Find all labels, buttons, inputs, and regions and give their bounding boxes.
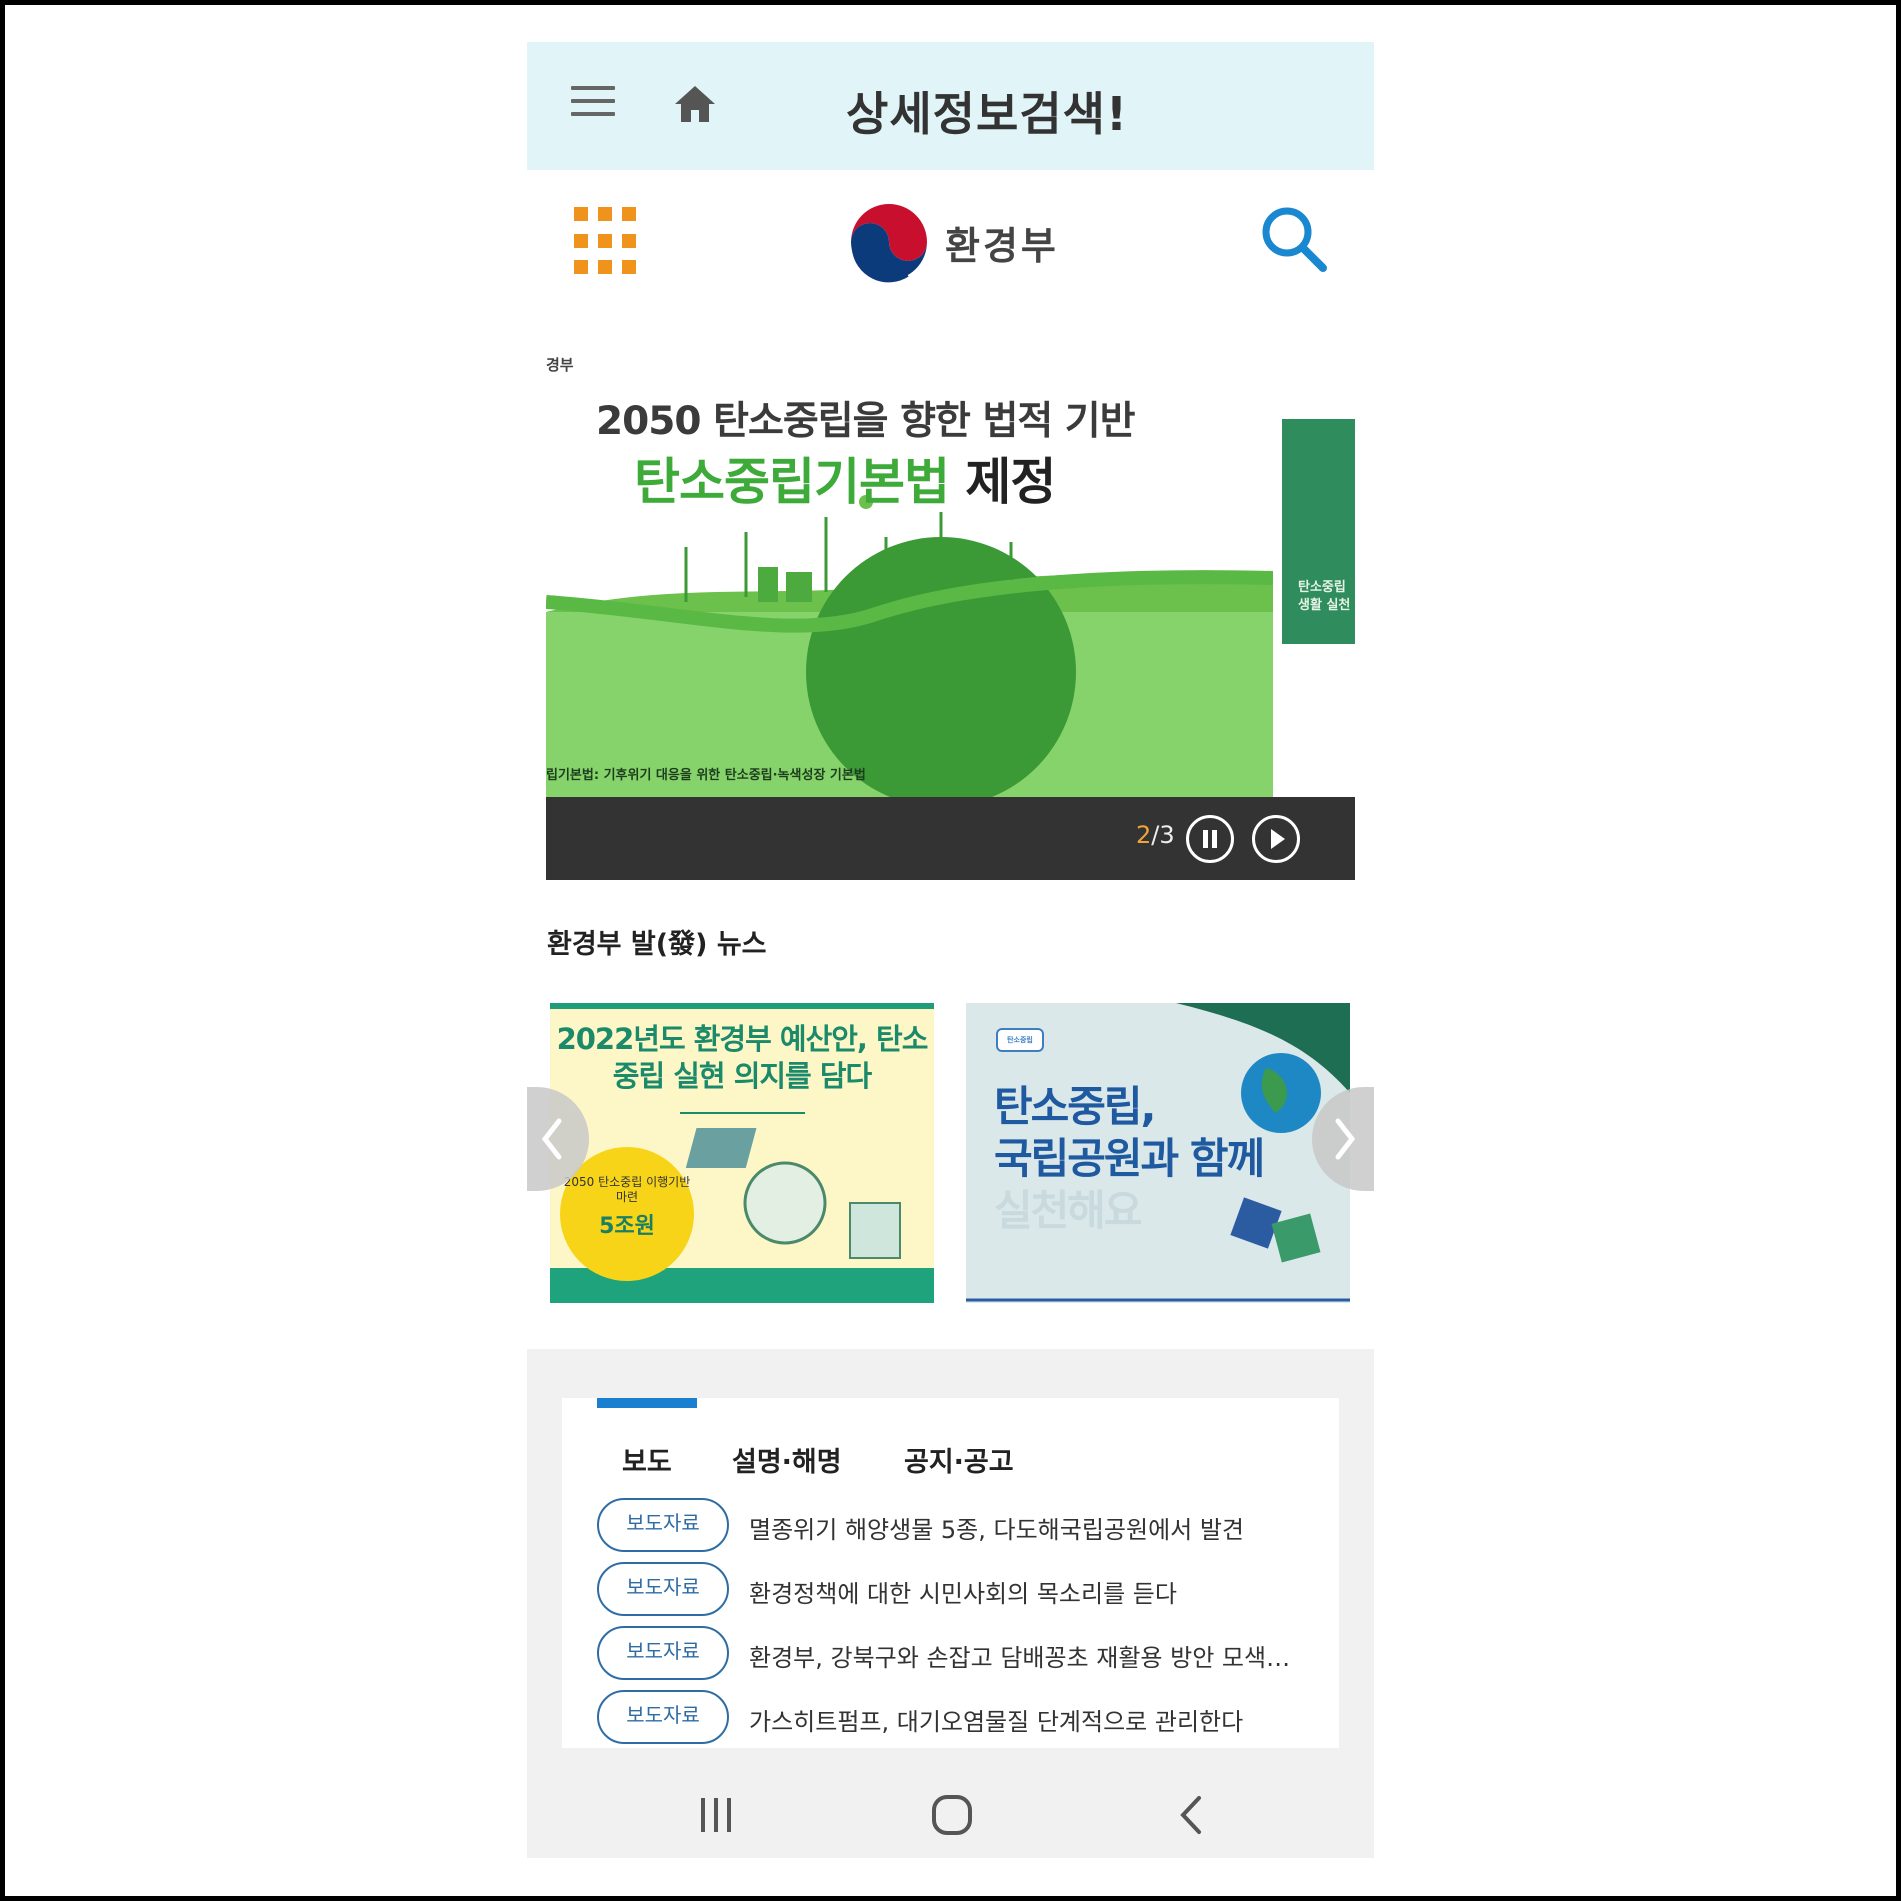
press-release-badge: 보도자료 <box>597 1562 729 1616</box>
news-card-title: 탄소중립, 국립공원과 함께 실천해요 <box>994 1081 1265 1237</box>
active-tab-indicator <box>597 1398 697 1408</box>
banner-subheadline: 탄소중립기본법 제정 <box>634 442 1056 514</box>
banner-next-text: 탄소중립 생활 실천 <box>1298 580 1351 613</box>
notice-title: 멸종위기 해양생물 5종, 다도해국립공원에서 발견 <box>749 1516 1245 1544</box>
carousel-next-button[interactable] <box>1312 1087 1374 1191</box>
banner-highlight: 탄소중립기본법 <box>634 453 950 511</box>
tab-announcement[interactable]: 공지·공고 <box>904 1440 1014 1479</box>
taegeuk-logo-icon <box>849 202 929 283</box>
app-bar-title: 상세정보검색! <box>846 87 1128 141</box>
main-banner-carousel[interactable]: 경부 2050 탄소중립을 향한 법적 기반 탄소중립기본법 제정 립기본법: … <box>546 342 1355 880</box>
chevron-right-icon <box>1335 1118 1356 1160</box>
banner-tag: 경부 <box>546 356 574 374</box>
banner-next-slide-preview[interactable]: 탄소중립 생활 실천 <box>1282 419 1355 644</box>
page-indicator: 2/3 <box>1136 821 1175 849</box>
page-total: /3 <box>1151 821 1175 849</box>
pause-button[interactable] <box>1186 815 1234 863</box>
notice-item[interactable]: 보도자료 환경정책에 대한 시민사회의 목소리를 듣다 <box>597 1562 1317 1616</box>
home-circle-icon[interactable] <box>927 1790 977 1840</box>
notice-title: 환경부, 강북구와 손잡고 담배꽁초 재활용 방안 모색… <box>749 1644 1291 1672</box>
banner-headline: 2050 탄소중립을 향한 법적 기반 <box>596 399 1136 444</box>
play-button[interactable] <box>1252 815 1300 863</box>
press-release-badge: 보도자료 <box>597 1690 729 1744</box>
site-header: 환경부 <box>527 192 1374 312</box>
notice-item[interactable]: 보도자료 환경부, 강북구와 손잡고 담배꽁초 재활용 방안 모색… <box>597 1626 1317 1680</box>
title-line-3: 실천해요 <box>994 1186 1143 1235</box>
logo-text: 환경부 <box>945 223 1059 268</box>
banner-caption: 립기본법: 기후위기 대응을 위한 탄소중립·녹색성장 기본법 <box>546 768 866 783</box>
news-section-title: 환경부 발(發) 뉴스 <box>547 929 767 960</box>
notice-item[interactable]: 보도자료 가스히트펌프, 대기오염물질 단계적으로 관리한다 <box>597 1690 1317 1744</box>
notice-title: 가스히트펌프, 대기오염물질 단계적으로 관리한다 <box>749 1708 1244 1736</box>
banner-control-bar: 2/3 <box>546 797 1355 880</box>
ministry-logo[interactable]: 환경부 <box>847 202 1059 283</box>
press-release-badge: 보도자료 <box>597 1626 729 1680</box>
tab-explanation[interactable]: 설명·해명 <box>732 1440 842 1479</box>
title-line-2: 국립공원과 함께 <box>994 1134 1265 1183</box>
tab-press[interactable]: 보도 <box>622 1440 672 1479</box>
recent-apps-icon[interactable] <box>691 1790 741 1840</box>
grid-menu-icon[interactable] <box>574 207 644 277</box>
banner-slide[interactable]: 경부 2050 탄소중립을 향한 법적 기반 탄소중립기본법 제정 립기본법: … <box>546 342 1273 797</box>
banner-subheadline-rest: 제정 <box>949 453 1056 511</box>
hamburger-icon[interactable] <box>571 86 615 118</box>
press-release-badge: 보도자료 <box>597 1498 729 1552</box>
chevron-left-icon <box>541 1118 562 1160</box>
home-icon[interactable] <box>671 80 719 128</box>
news-card-national-park[interactable]: 탄소중립 탄소중립, 국립공원과 함께 실천해요 <box>966 1003 1350 1303</box>
search-icon[interactable] <box>1259 204 1329 274</box>
notice-title: 환경정책에 대한 시민사회의 목소리를 듣다 <box>749 1580 1177 1608</box>
system-nav-bar <box>527 1772 1374 1858</box>
pause-icon <box>1203 830 1217 848</box>
news-card-budget[interactable]: 2022년도 환경부 예산안, 탄소중립 실현 의지를 담다 2050 탄소중립… <box>550 1003 934 1303</box>
notice-panel: 보도 설명·해명 공지·공고 보도자료 멸종위기 해양생물 5종, 다도해국립공… <box>562 1398 1339 1748</box>
app-bar: 상세정보검색! <box>527 42 1374 170</box>
notice-item[interactable]: 보도자료 멸종위기 해양생물 5종, 다도해국립공원에서 발견 <box>597 1498 1317 1552</box>
budget-badge-value: 5조원 <box>599 1214 655 1239</box>
play-icon <box>1271 829 1285 849</box>
back-icon[interactable] <box>1167 1790 1217 1840</box>
carbon-neutral-logo: 탄소중립 <box>996 1028 1044 1052</box>
title-line-1: 탄소중립, <box>994 1082 1157 1131</box>
page-current: 2 <box>1136 821 1152 849</box>
budget-badge-subtitle: 2050 탄소중립 이행기반 마련 <box>563 1175 691 1204</box>
phone-screen: 상세정보검색! 환경부 경부 2050 탄소중립을 향한 법적 기반 탄소중립기… <box>527 42 1374 1858</box>
